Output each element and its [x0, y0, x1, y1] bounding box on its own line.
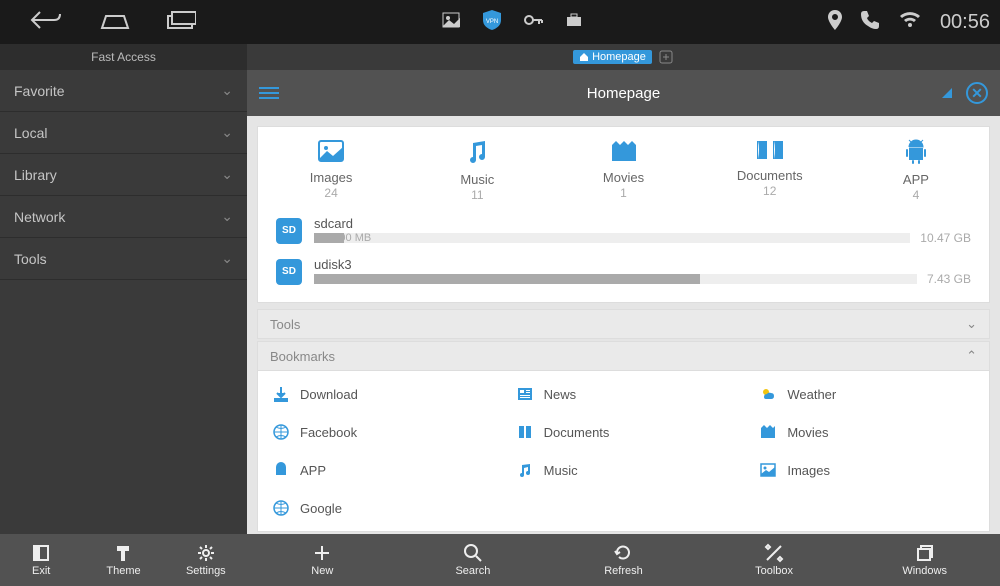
vpn-shield-icon: VPN: [482, 9, 502, 36]
chevron-down-icon: ⌄: [221, 82, 233, 99]
news-icon: [516, 385, 534, 403]
sidebar-title: Fast Access: [0, 44, 247, 70]
category-row: Images 24 Music 11 Movies 1: [258, 127, 989, 210]
bookmark-facebook[interactable]: Facebook: [258, 413, 502, 451]
wifi-icon: [898, 11, 922, 34]
chevron-down-icon: ⌄: [966, 316, 977, 332]
phone-icon: [860, 10, 880, 35]
section-bookmarks[interactable]: Bookmarks⌃: [257, 341, 990, 371]
sd-icon: SD: [276, 218, 302, 244]
status-bar: VPN 00:56: [0, 0, 1000, 44]
chevron-down-icon: ⌄: [221, 124, 233, 141]
documents-icon: [697, 139, 843, 166]
sidebar-item-local[interactable]: Local⌄: [0, 112, 247, 154]
images-icon: [258, 139, 404, 168]
recent-apps-icon[interactable]: [166, 10, 196, 35]
svg-text:VPN: VPN: [486, 19, 498, 25]
music-icon: [404, 139, 550, 170]
chevron-down-icon: ⌄: [221, 250, 233, 267]
new-button[interactable]: New: [247, 534, 398, 586]
close-icon[interactable]: ✕: [966, 82, 988, 104]
chevron-up-icon: ⌃: [966, 348, 977, 364]
storage-sdcard[interactable]: SD sdcard 557.00 MB 10.47 GB: [276, 210, 971, 251]
bookmark-news[interactable]: News: [502, 375, 746, 413]
tab-add-button[interactable]: [658, 49, 674, 65]
music-icon: [516, 461, 534, 479]
android-icon: [272, 461, 290, 479]
key-icon: [524, 13, 544, 31]
toolbox-button[interactable]: Toolbox: [699, 534, 850, 586]
expand-corner-icon[interactable]: [942, 88, 952, 98]
chevron-down-icon: ⌄: [221, 208, 233, 225]
tab-strip: Homepage: [247, 44, 1000, 70]
chevron-down-icon: ⌄: [221, 166, 233, 183]
storage-udisk3[interactable]: SD udisk3 4.75 GB 7.43 GB: [276, 251, 971, 292]
clock: 00:56: [940, 11, 990, 34]
theme-button[interactable]: Theme: [82, 534, 164, 586]
bookmark-documents[interactable]: Documents: [502, 413, 746, 451]
android-icon: [843, 139, 989, 170]
bookmark-weather[interactable]: Weather: [745, 375, 989, 413]
section-tools[interactable]: Tools⌄: [257, 309, 990, 339]
weather-icon: [759, 385, 777, 403]
globe-icon: [272, 423, 290, 441]
refresh-button[interactable]: Refresh: [548, 534, 699, 586]
content-panel: Homepage Homepage ✕ Images 24: [247, 44, 1000, 534]
sidebar-item-favorite[interactable]: Favorite⌄: [0, 70, 247, 112]
search-button[interactable]: Search: [398, 534, 549, 586]
picture-icon: [442, 12, 460, 33]
menu-icon[interactable]: [259, 87, 279, 99]
category-app[interactable]: APP 4: [843, 139, 989, 202]
sidebar-item-tools[interactable]: Tools⌄: [0, 238, 247, 280]
settings-button[interactable]: Settings: [165, 534, 247, 586]
exit-button[interactable]: Exit: [0, 534, 82, 586]
category-documents[interactable]: Documents 12: [697, 139, 843, 202]
category-movies[interactable]: Movies 1: [550, 139, 696, 202]
bookmark-images[interactable]: Images: [745, 451, 989, 489]
briefcase-icon: [566, 13, 582, 32]
sidebar: Fast Access Favorite⌄ Local⌄ Library⌄ Ne…: [0, 44, 247, 534]
download-icon: [272, 385, 290, 403]
back-icon[interactable]: [30, 10, 64, 35]
bookmark-download[interactable]: Download: [258, 375, 502, 413]
category-images[interactable]: Images 24: [258, 139, 404, 202]
location-icon: [828, 10, 842, 35]
page-title: Homepage: [247, 85, 1000, 102]
tab-homepage[interactable]: Homepage: [573, 50, 652, 64]
bookmark-app[interactable]: APP: [258, 451, 502, 489]
windows-button[interactable]: Windows: [849, 534, 1000, 586]
movies-icon: [759, 423, 777, 441]
app-bar: Homepage ✕: [247, 70, 1000, 116]
documents-icon: [516, 423, 534, 441]
images-icon: [759, 461, 777, 479]
bookmark-movies[interactable]: Movies: [745, 413, 989, 451]
sd-icon: SD: [276, 259, 302, 285]
category-music[interactable]: Music 11: [404, 139, 550, 202]
bookmark-google[interactable]: Google: [258, 489, 502, 527]
bookmarks-panel: Download News Weather Facebook Documents…: [257, 371, 990, 532]
bookmark-music[interactable]: Music: [502, 451, 746, 489]
home-icon[interactable]: [100, 10, 130, 35]
bottom-bar: Exit Theme Settings New Search Refresh T…: [0, 534, 1000, 586]
sidebar-item-network[interactable]: Network⌄: [0, 196, 247, 238]
globe-icon: [272, 499, 290, 517]
sidebar-item-library[interactable]: Library⌄: [0, 154, 247, 196]
movies-icon: [550, 139, 696, 168]
